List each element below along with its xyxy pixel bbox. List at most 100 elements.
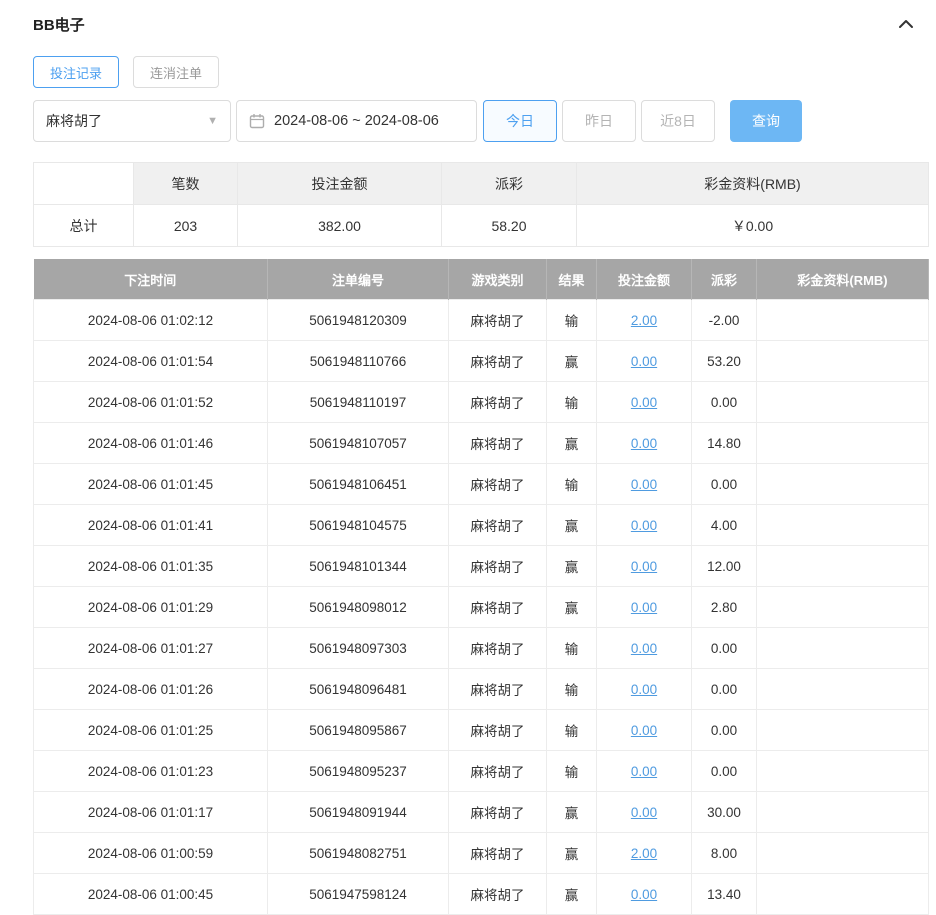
game-type-cell: 麻将胡了 <box>448 299 547 341</box>
order-no-cell: 5061948104575 <box>267 504 449 546</box>
payout-cell: 0.00 <box>691 709 757 751</box>
summary-header-bonus: 彩金资料(RMB) <box>576 162 929 205</box>
result-cell: 赢 <box>546 422 597 464</box>
bet-amount-link[interactable]: 0.00 <box>631 682 657 697</box>
bonus-cell <box>756 750 929 792</box>
bet-amount-link[interactable]: 0.00 <box>631 723 657 738</box>
result-cell: 赢 <box>546 586 597 628</box>
summary-header-bet-amount: 投注金额 <box>237 162 442 205</box>
payout-cell: 8.00 <box>691 832 757 874</box>
order-no-cell: 5061948107057 <box>267 422 449 464</box>
records-tbody: 2024-08-06 01:02:12 5061948120309 麻将胡了输 2.0… <box>33 299 929 915</box>
bet-time-cell: 2024-08-06 01:01:54 <box>33 340 268 382</box>
bet-time-cell: 2024-08-06 01:01:26 <box>33 668 268 710</box>
result-cell: 输 <box>546 627 597 669</box>
order-no-cell: 5061948082751 <box>267 832 449 874</box>
bet-records-table: 下注时间 注单编号 游戏类别 结果 投注金额 派彩 彩金资料(RMB) 2024… <box>33 259 929 915</box>
date-range-picker[interactable]: 2024-08-06 ~ 2024-08-06 <box>236 100 477 142</box>
table-row: 2024-08-06 01:01:35 5061948101344 麻将胡了赢 0.0… <box>33 545 929 587</box>
order-no-cell: 5061948096481 <box>267 668 449 710</box>
payout-cell: 0.00 <box>691 627 757 669</box>
summary-header-payout: 派彩 <box>441 162 577 205</box>
bet-amount-link[interactable]: 0.00 <box>631 600 657 615</box>
last-8-days-button[interactable]: 近8日 <box>641 100 715 142</box>
table-row: 2024-08-06 01:01:26 5061948096481 麻将胡了输 0.0… <box>33 668 929 710</box>
summary-bet-amount-value: 382.00 <box>237 204 442 247</box>
result-cell: 输 <box>546 299 597 341</box>
bet-amount-link[interactable]: 0.00 <box>631 436 657 451</box>
table-row: 2024-08-06 01:01:41 5061948104575 麻将胡了赢 0.0… <box>33 504 929 546</box>
result-cell: 输 <box>546 750 597 792</box>
payout-cell: 0.00 <box>691 463 757 505</box>
bonus-cell <box>756 545 929 587</box>
search-button[interactable]: 查询 <box>730 100 802 142</box>
bet-amount-link[interactable]: 0.00 <box>631 559 657 574</box>
bet-time-cell: 2024-08-06 01:01:23 <box>33 750 268 792</box>
payout-cell: 53.20 <box>691 340 757 382</box>
bet-amount-link[interactable]: 0.00 <box>631 764 657 779</box>
game-select[interactable]: 麻将胡了 ▼ <box>33 100 231 142</box>
bet-amount-link[interactable]: 2.00 <box>631 313 657 328</box>
bet-amount-link[interactable]: 2.00 <box>631 846 657 861</box>
bet-amount-cell: 0.00 <box>596 586 692 628</box>
game-type-cell: 麻将胡了 <box>448 791 547 833</box>
header-bonus: 彩金资料(RMB) <box>756 259 929 300</box>
order-no-cell: 5061948110766 <box>267 340 449 382</box>
payout-cell: 2.80 <box>691 586 757 628</box>
bet-time-cell: 2024-08-06 01:01:25 <box>33 709 268 751</box>
bonus-cell <box>756 422 929 464</box>
summary-bonus-value: ￥0.00 <box>576 204 929 247</box>
panel-header: BB电子 <box>33 12 928 36</box>
payout-cell: 0.00 <box>691 668 757 710</box>
bet-time-cell: 2024-08-06 01:01:41 <box>33 504 268 546</box>
bonus-cell <box>756 340 929 382</box>
game-type-cell: 麻将胡了 <box>448 340 547 382</box>
bet-amount-link[interactable]: 0.00 <box>631 354 657 369</box>
tabs-bar: 投注记录 连消注单 <box>33 56 928 88</box>
table-row: 2024-08-06 01:01:45 5061948106451 麻将胡了输 0.0… <box>33 463 929 505</box>
tab-cancelled-orders[interactable]: 连消注单 <box>133 56 220 88</box>
bonus-cell <box>756 668 929 710</box>
game-type-cell: 麻将胡了 <box>448 627 547 669</box>
bet-amount-cell: 0.00 <box>596 750 692 792</box>
game-type-cell: 麻将胡了 <box>448 832 547 874</box>
game-type-cell: 麻将胡了 <box>448 381 547 423</box>
today-button[interactable]: 今日 <box>483 100 557 142</box>
bet-time-cell: 2024-08-06 01:01:52 <box>33 381 268 423</box>
bet-amount-link[interactable]: 0.00 <box>631 805 657 820</box>
table-row: 2024-08-06 01:00:45 5061947598124 麻将胡了赢 0.0… <box>33 873 929 915</box>
bet-amount-cell: 0.00 <box>596 504 692 546</box>
header-payout: 派彩 <box>691 259 757 300</box>
table-row: 2024-08-06 01:01:23 5061948095237 麻将胡了输 0.0… <box>33 750 929 792</box>
yesterday-button[interactable]: 昨日 <box>562 100 636 142</box>
bonus-cell <box>756 586 929 628</box>
bet-amount-cell: 0.00 <box>596 873 692 915</box>
payout-cell: 4.00 <box>691 504 757 546</box>
bet-amount-link[interactable]: 0.00 <box>631 641 657 656</box>
tab-bet-records[interactable]: 投注记录 <box>33 56 120 88</box>
bet-time-cell: 2024-08-06 01:01:35 <box>33 545 268 587</box>
header-bet-time: 下注时间 <box>33 259 268 300</box>
bet-amount-link[interactable]: 0.00 <box>631 518 657 533</box>
bet-time-cell: 2024-08-06 01:01:17 <box>33 791 268 833</box>
bet-amount-link[interactable]: 0.00 <box>631 887 657 902</box>
bet-amount-cell: 0.00 <box>596 545 692 587</box>
payout-cell: 12.00 <box>691 545 757 587</box>
order-no-cell: 5061948095867 <box>267 709 449 751</box>
bet-amount-link[interactable]: 0.00 <box>631 477 657 492</box>
bet-time-cell: 2024-08-06 01:01:29 <box>33 586 268 628</box>
collapse-panel-button[interactable] <box>894 14 918 34</box>
calendar-icon <box>249 114 265 129</box>
bet-time-cell: 2024-08-06 01:01:45 <box>33 463 268 505</box>
result-cell: 输 <box>546 381 597 423</box>
game-type-cell: 麻将胡了 <box>448 463 547 505</box>
bonus-cell <box>756 299 929 341</box>
game-type-cell: 麻将胡了 <box>448 504 547 546</box>
order-no-cell: 5061948095237 <box>267 750 449 792</box>
quick-date-buttons: 今日 昨日 近8日 <box>483 100 715 142</box>
order-no-cell: 5061947598124 <box>267 873 449 915</box>
result-cell: 赢 <box>546 832 597 874</box>
bet-amount-cell: 0.00 <box>596 463 692 505</box>
bet-amount-link[interactable]: 0.00 <box>631 395 657 410</box>
game-type-cell: 麻将胡了 <box>448 586 547 628</box>
